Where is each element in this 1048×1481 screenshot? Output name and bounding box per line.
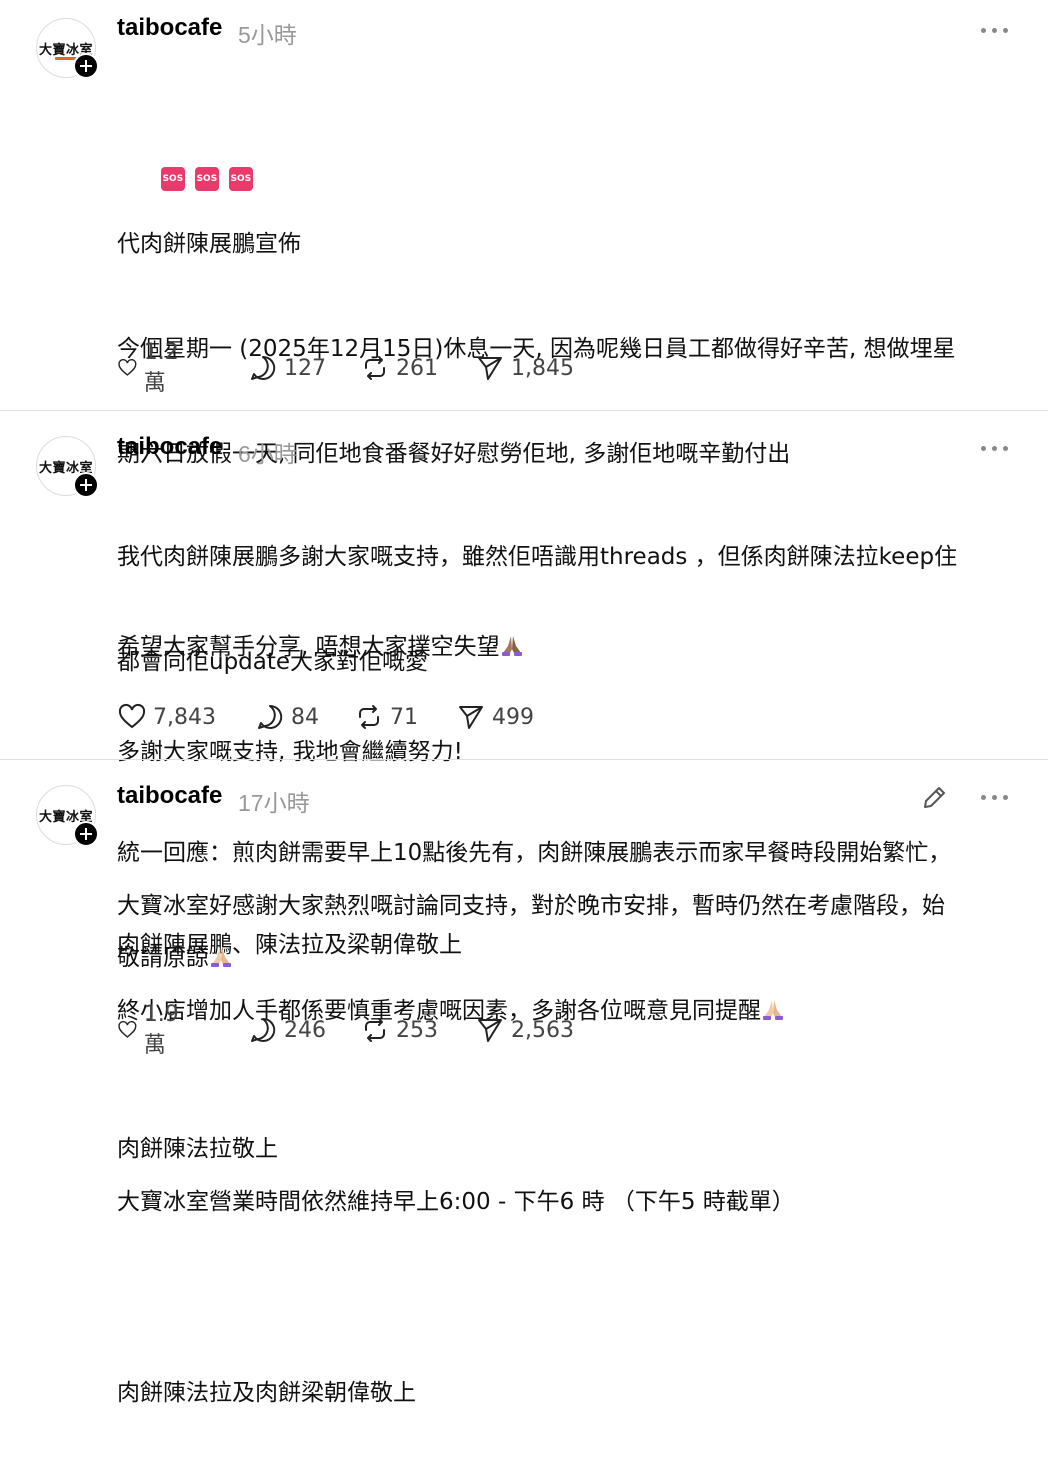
sos-badge: SOS (228, 166, 253, 191)
reply-count: 127 (284, 355, 326, 381)
edit-icon[interactable] (920, 784, 948, 812)
like-count: 1.9 萬 (143, 1001, 179, 1058)
post-time: 5小時 (238, 22, 297, 48)
post-time: 6小時 (238, 441, 297, 467)
username[interactable]: taibocafe (117, 782, 222, 810)
share-count: 499 (492, 704, 534, 730)
signature: 肉餅陳法拉及肉餅￼梁朝偉￼敬上 (117, 1380, 416, 1406)
post-line: 代肉餅陳展鵬宣佈 (117, 231, 301, 257)
follow-plus-icon[interactable] (73, 472, 99, 498)
post-line: 大寶冰室營業時間依然維持早上6:00 - 下午6 時 （下午5 時截單） (117, 1189, 795, 1215)
post-line-text: 終小店增加人手都係要慎重考慮嘅因素，多謝各位嘅意見同提醒 (117, 998, 761, 1024)
sos-badge: SOS (160, 166, 185, 191)
heart-icon (118, 359, 137, 376)
post-line: 都會同佢update大家對佢嘅愛 (117, 649, 429, 675)
post-divider (0, 410, 1048, 411)
like-count: 1.2 萬 (143, 339, 179, 396)
reply-button[interactable]: 246 (248, 1015, 326, 1045)
share-icon (478, 1019, 502, 1042)
like-button[interactable]: 1.9 萬 (117, 1002, 188, 1058)
reply-count: 84 (291, 704, 319, 730)
pray-emoji-icon (763, 1000, 783, 1020)
repost-icon (365, 1018, 385, 1042)
more-icon[interactable] (981, 792, 1009, 802)
username[interactable]: taibocafe (117, 14, 222, 42)
reply-icon (251, 1017, 276, 1042)
share-count: 2,563 (511, 1017, 574, 1043)
reply-button[interactable]: 84 (255, 702, 319, 732)
post-line: 我代肉餅陳展鵬多謝大家嘅支持，雖然佢唔識用threads ，但係肉餅陳法拉kee… (117, 544, 958, 570)
like-button[interactable]: 1.2 萬 (117, 340, 188, 396)
share-icon (459, 706, 483, 729)
share-icon (478, 357, 502, 380)
reply-button[interactable]: 127 (248, 353, 326, 383)
post-divider (0, 759, 1048, 760)
repost-button[interactable]: 253 (360, 1015, 438, 1045)
reply-count: 246 (284, 1017, 326, 1043)
like-count: 7,843 (153, 704, 216, 730)
share-count: 1,845 (511, 355, 574, 381)
username[interactable]: taibocafe (117, 433, 222, 461)
repost-count: 261 (396, 355, 438, 381)
share-button[interactable]: 1,845 (475, 353, 574, 383)
sos-row: SOS SOS SOS (117, 125, 1017, 191)
like-button[interactable]: 7,843 (117, 702, 216, 732)
heart-icon (118, 703, 146, 729)
more-icon[interactable] (981, 443, 1009, 453)
follow-plus-icon[interactable] (73, 821, 99, 847)
repost-button[interactable]: 261 (360, 353, 438, 383)
reply-icon (258, 704, 283, 729)
more-icon[interactable] (981, 25, 1009, 35)
share-button[interactable]: 499 (456, 702, 534, 732)
repost-icon (365, 356, 385, 380)
post-line: 大寶冰室好感謝大家熱烈嘅討論同支持，對於晚市安排，暫時仍然在考慮階段，始 (117, 893, 945, 919)
reply-icon (251, 355, 276, 380)
repost-button[interactable]: 71 (354, 702, 418, 732)
heart-icon (118, 1021, 137, 1038)
follow-plus-icon[interactable] (73, 53, 99, 79)
sos-badge: SOS (194, 166, 219, 191)
repost-count: 253 (396, 1017, 438, 1043)
share-button[interactable]: 2,563 (475, 1015, 574, 1045)
post-body: 大寶冰室好感謝大家熱烈嘅討論同支持，對於晚市安排，暫時仍然在考慮階段，始 終小店… (117, 819, 1022, 1481)
post-time: 17小時 (238, 790, 310, 816)
repost-icon (359, 705, 379, 729)
repost-count: 71 (390, 704, 418, 730)
